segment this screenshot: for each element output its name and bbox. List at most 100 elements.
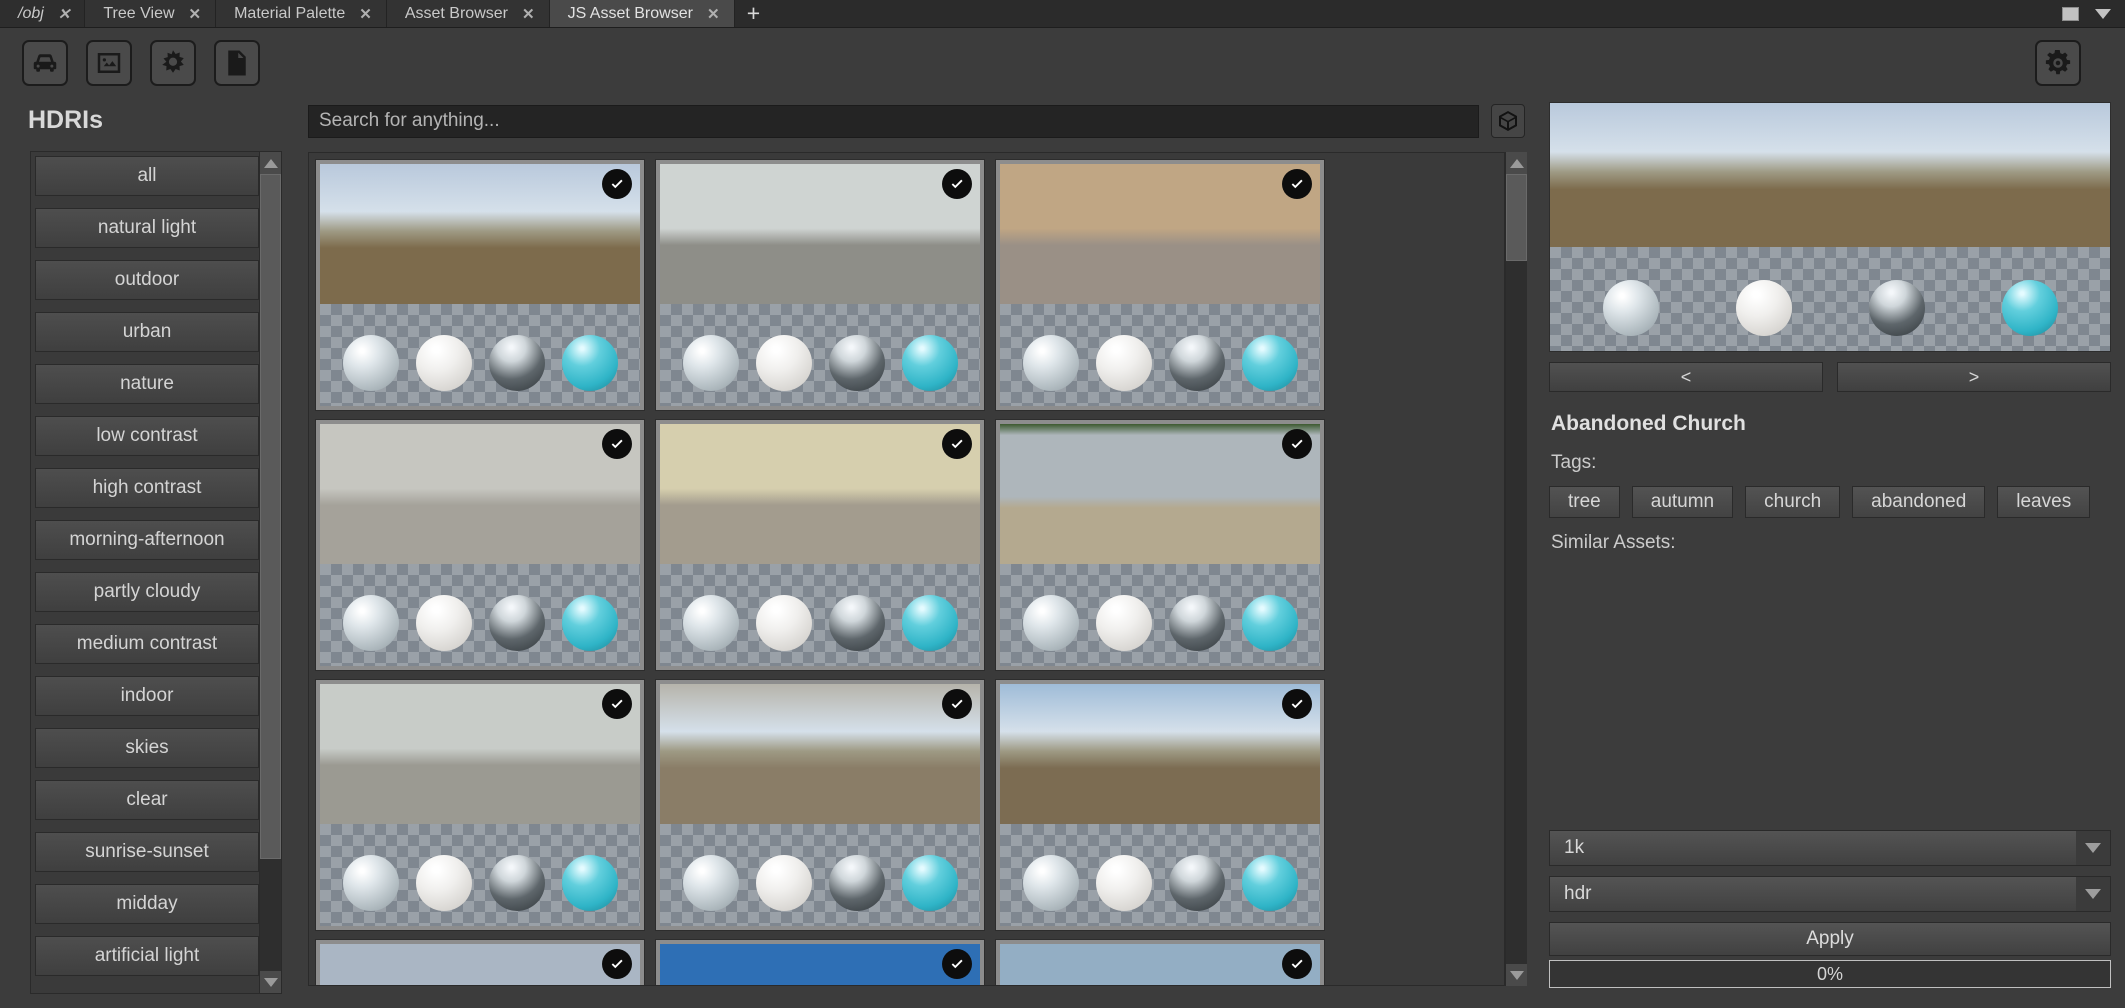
chevron-down-icon[interactable] [2076,831,2110,865]
tag-button[interactable]: abandoned [1852,486,1986,518]
scroll-up-arrow[interactable] [260,152,281,174]
tab-material-palette[interactable]: Material Palette ✕ [216,0,387,27]
hdri-panorama [1000,424,1320,565]
category-button[interactable]: nature [35,364,259,404]
category-button[interactable]: medium contrast [35,624,259,664]
checkmark-icon[interactable] [602,689,632,719]
scrollbar-track[interactable] [260,174,281,971]
category-button[interactable]: partly cloudy [35,572,259,612]
category-button[interactable]: clear [35,780,259,820]
sun-button[interactable] [150,40,196,86]
category-button[interactable]: morning-afternoon [35,520,259,560]
sphere-chrome [1868,280,1925,337]
add-tab-button[interactable]: + [734,0,773,27]
tab-close-icon[interactable]: ✕ [58,5,71,23]
scroll-down-arrow[interactable] [1506,964,1527,986]
tab-obj[interactable]: /obj ✕ [0,0,86,27]
tag-button[interactable]: autumn [1631,486,1734,518]
category-button[interactable]: natural light [35,208,259,248]
asset-card[interactable] [655,939,985,985]
sphere-white [1095,335,1152,392]
asset-card[interactable] [655,419,985,671]
category-button[interactable]: artificial light [35,936,259,976]
similar-assets-list[interactable] [1549,566,2111,830]
tab-close-icon[interactable]: ✕ [707,5,720,23]
hdri-panorama [320,424,640,565]
browser-column [290,98,1535,1008]
tag-button[interactable]: leaves [1997,486,2091,518]
scrollbar-thumb[interactable] [1506,174,1527,261]
scrollbar-thumb[interactable] [260,174,281,860]
checkmark-icon[interactable] [942,949,972,979]
sphere-glass [1022,335,1079,392]
asset-card[interactable] [315,419,645,671]
material-spheres [320,335,640,392]
file-button[interactable] [214,40,260,86]
checkmark-icon[interactable] [1282,429,1312,459]
asset-grid[interactable] [308,152,1505,986]
checkmark-icon[interactable] [942,169,972,199]
asset-card[interactable] [655,159,985,411]
checkmark-icon[interactable] [1282,949,1312,979]
category-button[interactable]: all [35,156,259,196]
category-button[interactable]: skies [35,728,259,768]
asset-card[interactable] [315,939,645,985]
settings-button[interactable] [2035,40,2081,86]
tab-tree-view[interactable]: Tree View ✕ [85,0,217,27]
checkmark-icon[interactable] [1282,689,1312,719]
category-button[interactable]: midday [35,884,259,924]
checkmark-icon[interactable] [602,949,632,979]
scroll-up-arrow[interactable] [1506,152,1527,174]
checkmark-icon[interactable] [1282,169,1312,199]
car-button[interactable] [22,40,68,86]
category-button[interactable]: outdoor [35,260,259,300]
hdri-panorama [1000,684,1320,825]
category-button[interactable]: low contrast [35,416,259,456]
viewer-button[interactable] [1491,104,1525,138]
asset-card[interactable] [995,159,1325,411]
apply-button[interactable]: Apply [1549,922,2111,956]
category-button[interactable]: sunrise-sunset [35,832,259,872]
asset-preview[interactable] [1549,102,2111,352]
previous-asset-button[interactable]: < [1549,362,1823,392]
sphere-glass [342,595,399,652]
chevron-down-icon[interactable] [2076,877,2110,911]
maximize-icon[interactable] [2062,6,2079,21]
asset-card[interactable] [995,419,1325,671]
chevron-down-icon[interactable] [2095,8,2111,19]
scroll-down-arrow[interactable] [260,971,281,993]
tag-button[interactable]: tree [1549,486,1620,518]
next-asset-button[interactable]: > [1837,362,2111,392]
checkmark-icon[interactable] [942,689,972,719]
category-button[interactable]: indoor [35,676,259,716]
tab-label: Asset Browser [404,4,508,22]
tab-close-icon[interactable]: ✕ [522,5,535,23]
triangle-up-icon [1509,158,1524,168]
checkmark-icon[interactable] [602,429,632,459]
asset-card[interactable] [995,679,1325,931]
scrollbar-track[interactable] [1506,174,1527,964]
thumbnail [320,944,640,985]
asset-card[interactable] [315,159,645,411]
category-button[interactable]: high contrast [35,468,259,508]
checkmark-icon[interactable] [602,169,632,199]
tag-button[interactable]: church [1745,486,1841,518]
hdri-panorama [660,684,980,825]
tab-close-icon[interactable]: ✕ [359,5,372,23]
image-button[interactable] [86,40,132,86]
asset-card[interactable] [315,679,645,931]
tab-close-icon[interactable]: ✕ [189,5,202,23]
tab-js-asset-browser[interactable]: JS Asset Browser ✕ [549,0,735,27]
search-input[interactable] [308,104,1479,138]
category-button[interactable]: urban [35,312,259,352]
grid-scrollbar[interactable] [1505,152,1527,986]
format-select[interactable]: hdr [1549,876,2111,912]
checkmark-icon[interactable] [942,429,972,459]
resolution-select[interactable]: 1k [1549,830,2111,866]
tab-asset-browser[interactable]: Asset Browser ✕ [386,0,550,27]
category-scrollbar[interactable] [259,152,281,993]
material-spheres [320,595,640,652]
asset-card[interactable] [655,679,985,931]
tab-label: JS Asset Browser [567,4,693,22]
asset-card[interactable] [995,939,1325,985]
